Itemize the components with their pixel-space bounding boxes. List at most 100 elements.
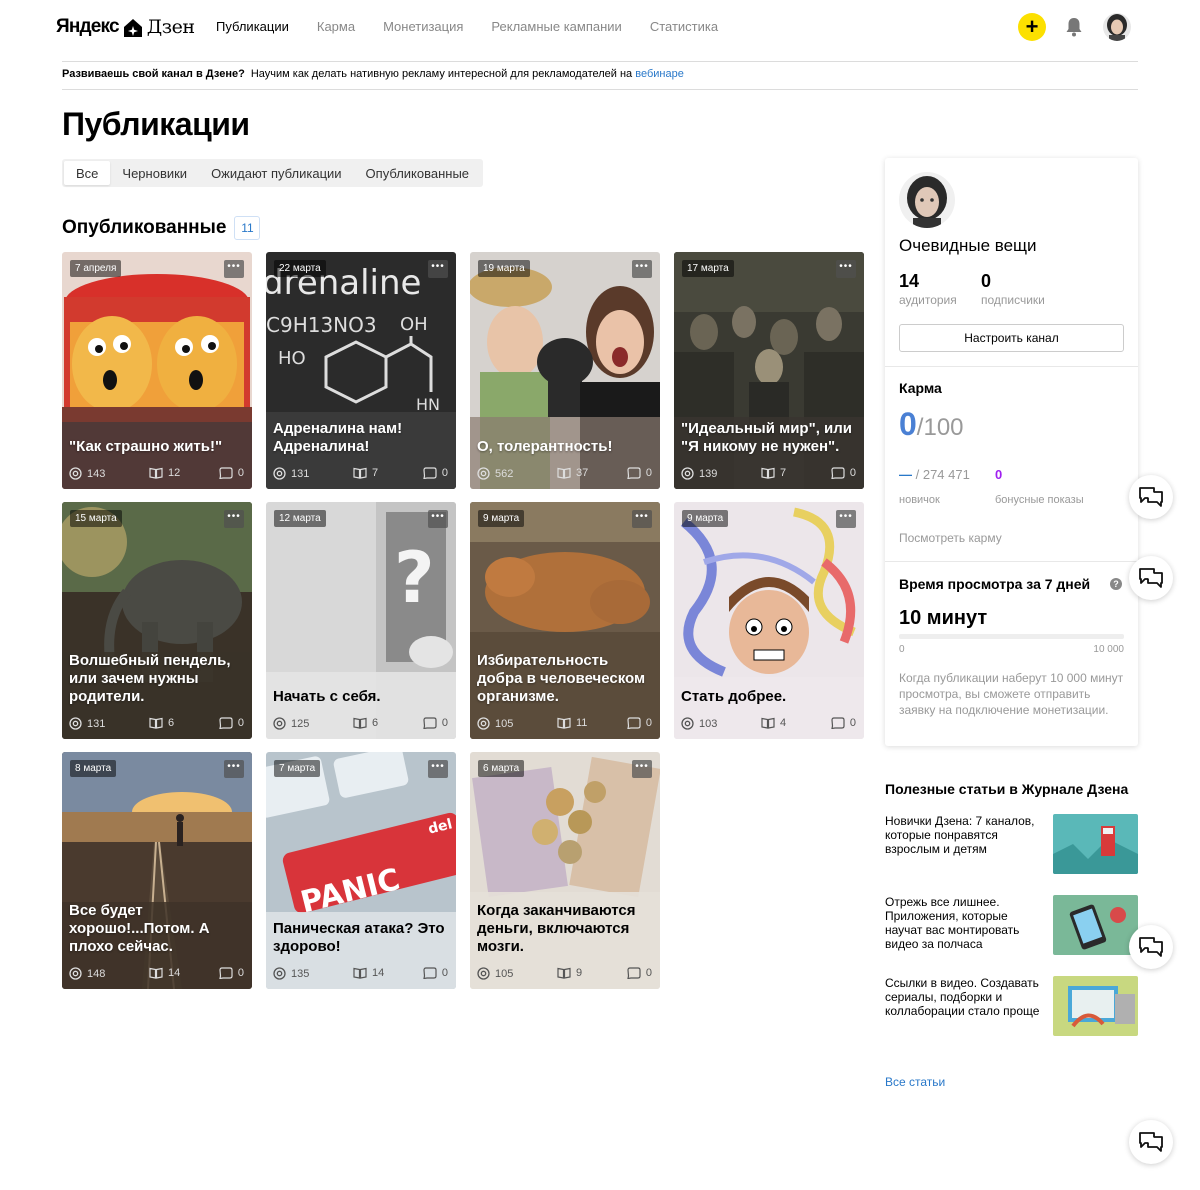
nav-monetization[interactable]: Монетизация — [383, 19, 463, 34]
create-button[interactable]: + — [1018, 13, 1046, 41]
tab-pending[interactable]: Ожидают публикации — [199, 161, 353, 185]
reads-count: 14 — [168, 967, 181, 979]
more-icon[interactable]: ••• — [836, 510, 856, 528]
views-stat: 105 — [477, 967, 513, 980]
nav-karma[interactable]: Карма — [317, 19, 355, 34]
eye-icon — [477, 967, 490, 980]
comment-icon — [423, 467, 437, 479]
more-icon[interactable]: ••• — [428, 760, 448, 778]
watch-progress-bar — [899, 634, 1124, 639]
book-icon — [557, 717, 571, 729]
more-icon[interactable]: ••• — [836, 260, 856, 278]
comments-count: 0 — [849, 717, 856, 729]
publication-card[interactable]: 6 марта ••• Когда заканчиваются деньги, … — [470, 752, 660, 989]
article-item[interactable]: Отрежь все лишнее. Приложения, которые н… — [885, 895, 1138, 955]
views-stat: 103 — [681, 717, 717, 730]
card-stats: 105 9 0 — [477, 967, 652, 981]
chat-icon — [1139, 568, 1163, 588]
comments-stat: 0 — [627, 967, 652, 979]
card-stats: 562 37 0 — [477, 467, 652, 481]
article-item[interactable]: Новички Дзена: 7 каналов, которые понрав… — [885, 814, 1138, 874]
comments-stat: 0 — [423, 717, 448, 729]
book-icon — [761, 467, 775, 479]
card-stats: 139 7 0 — [681, 467, 856, 481]
karma-rank: — / 274 471 — [899, 467, 970, 482]
section-title-text: Опубликованные — [62, 217, 227, 238]
user-avatar[interactable] — [1103, 13, 1131, 41]
help-icon[interactable]: ? — [1110, 578, 1122, 590]
article-item[interactable]: Ссылки в видео. Создавать сериалы, подбо… — [885, 976, 1138, 1036]
card-title: Стать добрее. — [681, 688, 787, 705]
card-title: О, толерантность! — [477, 438, 613, 455]
bell-icon[interactable] — [1064, 16, 1084, 38]
more-icon[interactable]: ••• — [428, 510, 448, 528]
card-title: Все будет хорошо!...Потом. А плохо сейча… — [69, 902, 210, 955]
publication-card[interactable]: 17 марта ••• "Идеальный мир", или "Я ник… — [674, 252, 864, 489]
card-stats: 143 12 0 — [69, 467, 244, 481]
publication-card[interactable]: 9 марта ••• Стать добрее. 103 4 0 — [674, 502, 864, 739]
views-stat: 131 — [273, 467, 309, 480]
karma-rank-label: новичок — [899, 494, 940, 506]
nav-statistics[interactable]: Статистика — [650, 19, 718, 34]
publication-card[interactable]: PANIC del 7 марта ••• Паническая атака? … — [266, 752, 456, 989]
publication-card[interactable]: 9 марта ••• Избирательность добра в чело… — [470, 502, 660, 739]
publication-card[interactable]: 8 марта ••• Все будет хорошо!...Потом. А… — [62, 752, 252, 989]
card-title: Волшебный пендель, или зачем нужны родит… — [69, 652, 231, 705]
channel-avatar[interactable] — [899, 172, 955, 228]
reads-stat: 14 — [149, 967, 180, 979]
card-title: Начать с себя. — [273, 688, 381, 705]
card-stats: 105 11 0 — [477, 717, 652, 731]
more-icon[interactable]: ••• — [224, 760, 244, 778]
comments-count: 0 — [441, 967, 448, 979]
views-count: 131 — [87, 717, 106, 730]
views-count: 148 — [87, 967, 106, 980]
publication-card[interactable]: drenaline C9H13NO3 OH HO HN 22 марта •••… — [266, 252, 456, 489]
views-stat: 562 — [477, 467, 513, 480]
card-date: 8 марта — [70, 760, 117, 777]
nav-publications[interactable]: Публикации — [216, 19, 289, 34]
nav-ad-campaigns[interactable]: Рекламные кампании — [491, 19, 621, 34]
comment-icon — [219, 467, 233, 479]
chat-button[interactable] — [1129, 475, 1173, 519]
reads-count: 6 — [168, 717, 175, 729]
comments-count: 0 — [441, 467, 448, 479]
karma-score: 0/100 — [899, 406, 964, 443]
setup-channel-button[interactable]: Настроить канал — [899, 324, 1124, 352]
chat-icon — [1139, 937, 1163, 957]
tab-drafts[interactable]: Черновики — [110, 161, 199, 185]
see-karma-link[interactable]: Посмотреть карму — [899, 531, 1002, 545]
chat-button[interactable] — [1129, 925, 1173, 969]
chat-button[interactable] — [1129, 556, 1173, 600]
tab-all[interactable]: Все — [64, 161, 111, 185]
logo-dzen: Дзен — [146, 16, 195, 38]
publication-card[interactable]: 7 апреля ••• "Как страшно жить!" 143 12 … — [62, 252, 252, 489]
comments-stat: 0 — [219, 467, 244, 479]
views-count: 105 — [495, 717, 514, 730]
eye-icon — [681, 467, 694, 480]
chat-button[interactable] — [1129, 1120, 1173, 1164]
reads-stat: 7 — [761, 467, 786, 479]
more-icon[interactable]: ••• — [224, 510, 244, 528]
all-articles-link[interactable]: Все статьи — [885, 1075, 945, 1089]
more-icon[interactable]: ••• — [224, 260, 244, 278]
banner-webinar-link[interactable]: вебинаре — [635, 68, 684, 80]
more-icon[interactable]: ••• — [632, 760, 652, 778]
card-stats: 135 14 0 — [273, 967, 448, 981]
views-count: 562 — [495, 467, 514, 480]
publication-card[interactable]: ? 12 марта ••• Начать с себя. 125 6 0 — [266, 502, 456, 739]
more-icon[interactable]: ••• — [632, 510, 652, 528]
comments-stat: 0 — [831, 467, 856, 479]
views-stat: 125 — [273, 717, 309, 730]
logo[interactable]: Яндекс Дзен — [56, 15, 195, 39]
comments-stat: 0 — [627, 467, 652, 479]
card-title: "Идеальный мир", или "Я никому не нужен"… — [681, 420, 853, 455]
card-date: 22 марта — [274, 260, 326, 277]
more-icon[interactable]: ••• — [428, 260, 448, 278]
channel-name[interactable]: Очевидные вещи — [899, 236, 1037, 256]
card-stats: 148 14 0 — [69, 967, 244, 981]
card-title: Когда заканчиваются деньги, включаются м… — [477, 902, 636, 955]
publication-card[interactable]: 15 марта ••• Волшебный пендель, или заче… — [62, 502, 252, 739]
tab-published[interactable]: Опубликованные — [354, 161, 482, 185]
more-icon[interactable]: ••• — [632, 260, 652, 278]
publication-card[interactable]: 19 марта ••• О, толерантность! 562 37 0 — [470, 252, 660, 489]
